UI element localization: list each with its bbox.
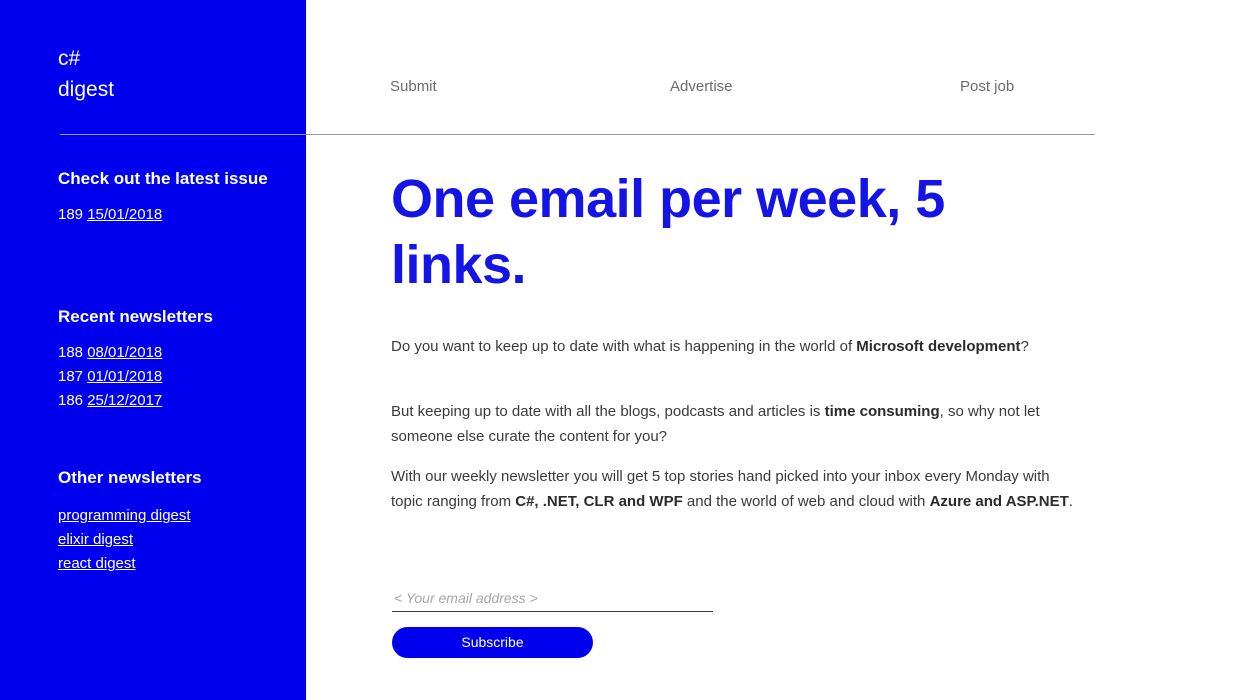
- paragraph-3-bold-2: Azure and ASP.NET: [929, 492, 1069, 510]
- recent-issue-date-link[interactable]: 25/12/2017: [87, 392, 162, 409]
- paragraph-3-bold-1: C#, .NET, CLR and WPF: [515, 492, 683, 510]
- nav-item-post-job[interactable]: Post job: [960, 78, 1014, 95]
- recent-issue-number: 188: [58, 344, 84, 361]
- intro-paragraph-1: Do you want to keep up to date with what…: [391, 335, 1081, 360]
- intro-paragraph-2: But keeping up to date with all the blog…: [391, 400, 1081, 449]
- paragraph-3-text-3: .: [1068, 492, 1073, 510]
- list-item: 187 01/01/2018: [58, 365, 298, 389]
- nav-item-submit[interactable]: Submit: [390, 78, 437, 95]
- sidebar-section-recent-newsletters: Recent newsletters 188 08/01/2018 187 01…: [58, 306, 298, 413]
- subscribe-button[interactable]: Subscribe: [392, 627, 593, 658]
- nav-item-advertise[interactable]: Advertise: [670, 78, 733, 95]
- intro-paragraph-3: With our weekly newsletter you will get …: [391, 465, 1081, 514]
- sidebar: c# digest Check out the latest issue 189…: [0, 0, 306, 700]
- other-newsletter-link-react[interactable]: react digest: [58, 552, 298, 576]
- main-content: One email per week, 5 links. Do you want…: [306, 135, 1260, 700]
- paragraph-2-text-1: But keeping up to date with all the blog…: [391, 403, 825, 420]
- sidebar-section-other-newsletters: Other newsletters programming digest eli…: [58, 467, 298, 576]
- recent-issue-date-link[interactable]: 01/01/2018: [87, 368, 162, 385]
- latest-issue-date-link[interactable]: 15/01/2018: [87, 206, 162, 223]
- list-item: 186 25/12/2017: [58, 389, 298, 413]
- sidebar-heading-other-newsletters: Other newsletters: [58, 468, 202, 487]
- paragraph-1-bold-1: Microsoft development: [856, 338, 1021, 355]
- paragraph-1-text-2: ?: [1020, 338, 1029, 355]
- latest-issue-number: 189: [58, 206, 84, 223]
- page-title: One email per week, 5 links.: [391, 169, 945, 295]
- brand-logo-line-1: c#: [58, 47, 81, 70]
- recent-issue-number: 186: [58, 392, 84, 409]
- other-newsletter-link-elixir[interactable]: elixir digest: [58, 528, 298, 552]
- latest-issue-row: 189 15/01/2018: [58, 203, 298, 227]
- brand-logo-line-2: digest: [58, 78, 115, 101]
- brand-logo[interactable]: c# digest: [58, 43, 114, 105]
- other-newsletter-link-programming[interactable]: programming digest: [58, 504, 298, 528]
- sidebar-heading-recent-newsletters: Recent newsletters: [58, 307, 213, 326]
- sidebar-heading-latest-issue: Check out the latest issue: [58, 169, 268, 188]
- email-input[interactable]: [392, 587, 713, 612]
- list-item: 188 08/01/2018: [58, 341, 298, 365]
- top-navigation: Submit Advertise Post job: [306, 0, 1260, 135]
- recent-issue-number: 187: [58, 368, 84, 385]
- paragraph-2-bold-1: time consuming: [824, 403, 940, 420]
- paragraph-3-text-2: and the world of web and cloud with: [682, 492, 930, 510]
- sidebar-section-latest-issue: Check out the latest issue 189 15/01/201…: [58, 168, 298, 227]
- paragraph-1-text-1: Do you want to keep up to date with what…: [391, 338, 857, 355]
- recent-issue-date-link[interactable]: 08/01/2018: [87, 344, 162, 361]
